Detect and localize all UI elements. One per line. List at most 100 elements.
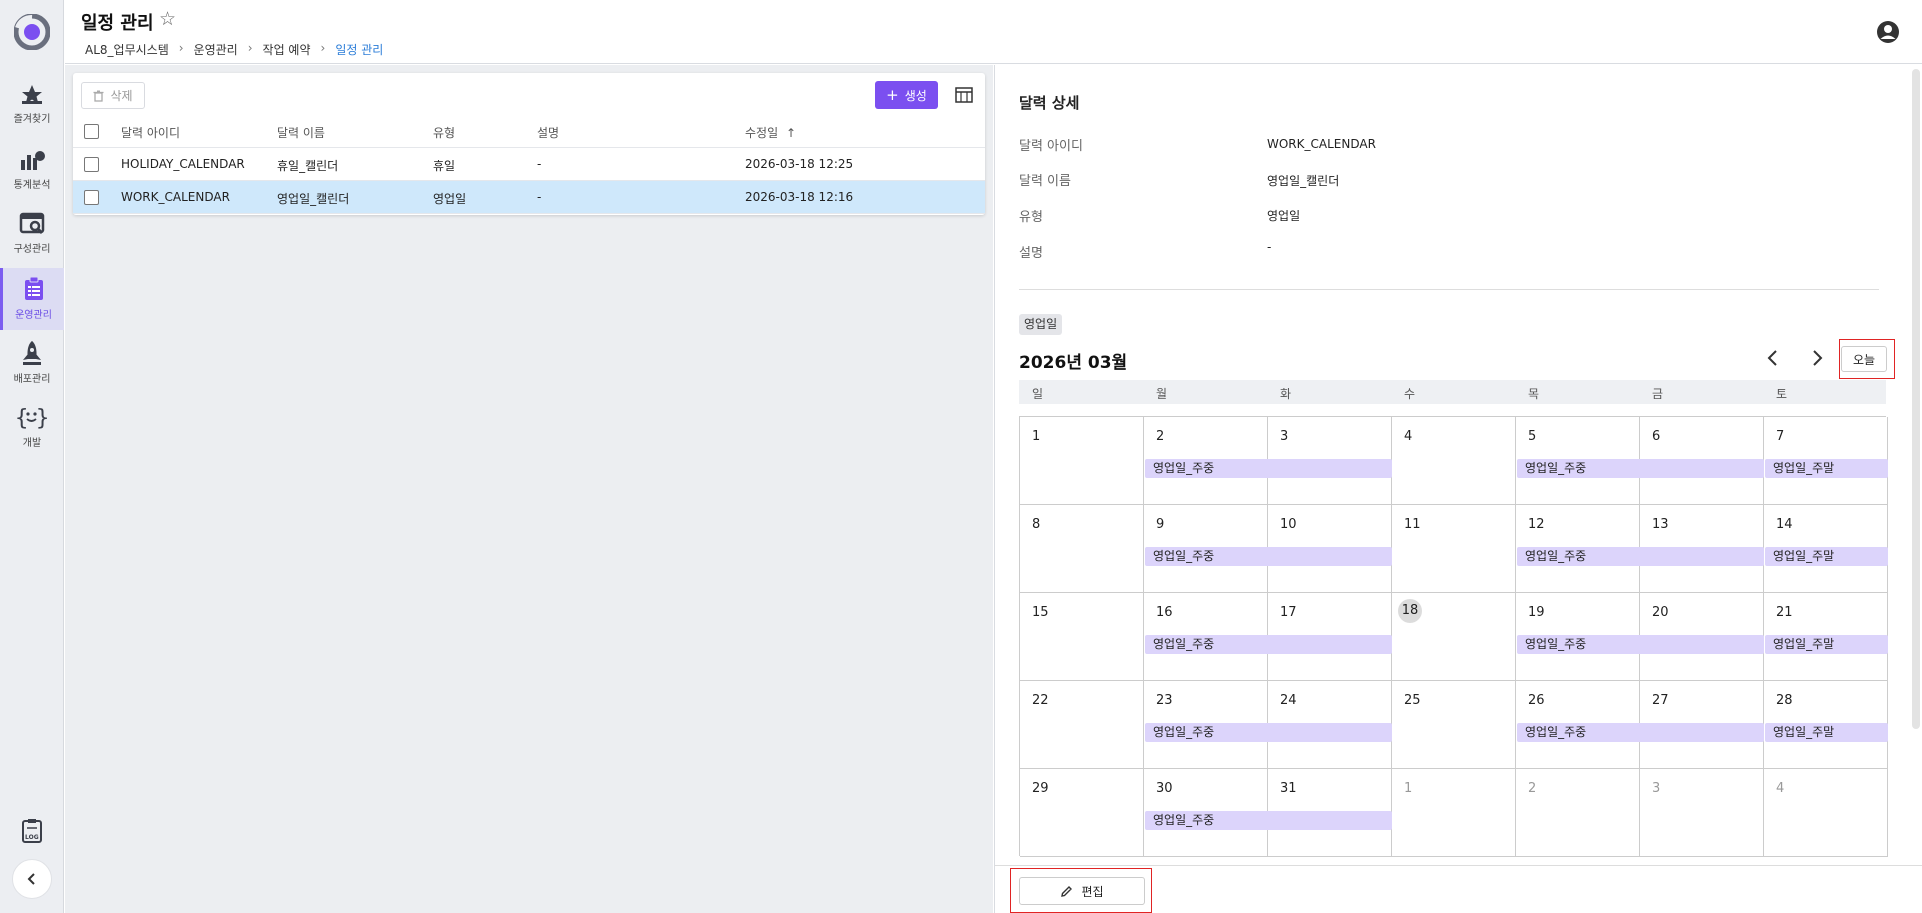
calendar-day-number: 10 <box>1280 517 1297 532</box>
calendar-event-weekday[interactable]: 영업일_주중 <box>1145 459 1392 478</box>
sidebar-item-label: 구성관리 <box>13 244 51 255</box>
calendar-day-number: 1 <box>1032 429 1041 444</box>
table-row[interactable]: HOLIDAY_CALENDAR 휴일_캘린더 휴일 - 2026-03-18 … <box>73 148 985 181</box>
plus-icon: + <box>886 85 899 104</box>
sidebar-item-favorites[interactable]: 즐겨찾기 <box>0 76 64 138</box>
calendar-day-cell[interactable]: 1 <box>1020 417 1144 505</box>
calendar-event-weekday[interactable]: 영업일_주중 <box>1517 723 1764 742</box>
calendar-day-number: 9 <box>1156 517 1165 532</box>
calendar-day-cell[interactable]: 1 <box>1392 769 1516 857</box>
calendar-event-weekday[interactable]: 영업일_주중 <box>1145 635 1392 654</box>
app-logo-icon[interactable] <box>14 14 50 50</box>
calendar-type-badge: 영업일 <box>1019 314 1063 335</box>
calendar-day-number: 14 <box>1776 517 1793 532</box>
calendar-event-weekend[interactable]: 영업일_주말 <box>1765 723 1888 742</box>
calendar-event-weekday[interactable]: 영업일_주중 <box>1517 547 1764 566</box>
calendar-event-weekday[interactable]: 영업일_주중 <box>1145 811 1392 830</box>
calendar-day-number: 6 <box>1652 429 1661 444</box>
calendar-day-cell[interactable]: 2 <box>1516 769 1640 857</box>
calendar-day-number: 17 <box>1280 605 1297 620</box>
table-header: 달력 아이디 달력 이름 유형 설명 수정일 ↑ <box>73 115 985 148</box>
calendar-day-number: 1 <box>1404 781 1413 796</box>
field-label-id: 달력 아이디 <box>1019 139 1083 154</box>
calendar-day-number: 13 <box>1652 517 1669 532</box>
calendar-detail-panel: 달력 상세 달력 아이디 WORK_CALENDAR 달력 이름 영업일_캘린더… <box>994 65 1922 913</box>
calendar-list-card: 삭제 + 생성 달력 아이디 달력 이름 유형 설명 수정일 ↑ HOLIDAY… <box>73 73 985 215</box>
calendar-grid: 1 2 3 4 5 6 7 영업일_주중 영업일_주중 영업일_주말 8 9 10 11 12 13 14 영업일… <box>1019 416 1888 857</box>
calendar-day-number: 29 <box>1032 781 1049 796</box>
breadcrumb-item[interactable]: 운영관리 <box>194 41 238 58</box>
calendar-event-weekday[interactable]: 영업일_주중 <box>1517 459 1764 478</box>
calendar-event-weekday[interactable]: 영업일_주중 <box>1517 635 1764 654</box>
cell-id: WORK_CALENDAR <box>121 190 230 204</box>
calendar-day-number: 20 <box>1652 605 1669 620</box>
calendar-day-cell[interactable]: 3 <box>1640 769 1764 857</box>
calendar-day-cell[interactable]: 18 <box>1392 593 1516 681</box>
table-row-selected[interactable]: WORK_CALENDAR 영업일_캘린더 영업일 - 2026-03-18 1… <box>73 181 985 214</box>
sidebar-item-label: 운영관리 <box>15 310 52 321</box>
log-icon[interactable]: LOG <box>20 818 44 844</box>
breadcrumb-item[interactable]: 작업 예약 <box>263 41 311 58</box>
trash-icon <box>93 90 104 102</box>
calendar-day-cell[interactable]: 11 <box>1392 505 1516 593</box>
weekday-label: 토 <box>1776 387 1788 401</box>
sidebar-item-operations[interactable]: 운영관리 <box>0 268 64 330</box>
calendar-day-cell[interactable]: 4 <box>1392 417 1516 505</box>
column-header-desc[interactable]: 설명 <box>537 124 559 141</box>
previous-month-icon[interactable] <box>1763 348 1783 368</box>
column-header-id[interactable]: 달력 아이디 <box>121 124 180 141</box>
calendar-day-cell[interactable]: 8 <box>1020 505 1144 593</box>
sidebar-item-config[interactable]: 구성관리 <box>0 204 64 266</box>
calendar-event-weekend[interactable]: 영업일_주말 <box>1765 459 1888 478</box>
detail-title: 달력 상세 <box>1019 94 1080 112</box>
calendar-event-weekend[interactable]: 영업일_주말 <box>1765 547 1888 566</box>
delete-button-label: 삭제 <box>110 89 133 103</box>
cell-id: HOLIDAY_CALENDAR <box>121 157 245 171</box>
cell-desc: - <box>537 157 542 171</box>
sidebar-collapse-button[interactable] <box>12 859 52 899</box>
sidebar-item-deploy[interactable]: 배포관리 <box>0 332 64 394</box>
weekday-header: 일 월 화 수 목 금 토 <box>1019 380 1886 404</box>
breadcrumb-separator-icon: › <box>178 41 184 55</box>
select-all-checkbox[interactable] <box>84 124 99 139</box>
cell-modified: 2026-03-18 12:16 <box>745 190 854 204</box>
calendar-day-number: 2 <box>1528 781 1537 796</box>
column-header-name[interactable]: 달력 이름 <box>277 124 325 141</box>
calendar-event-weekday[interactable]: 영업일_주중 <box>1145 723 1392 742</box>
calendar-day-number: 3 <box>1280 429 1289 444</box>
calendar-day-number: 11 <box>1404 517 1421 532</box>
sort-ascending-icon: ↑ <box>785 126 797 140</box>
calendar-day-cell[interactable]: 25 <box>1392 681 1516 769</box>
sidebar-item-analytics[interactable]: 통계분석 <box>0 140 64 202</box>
breadcrumb-item[interactable]: AL8_업무시스템 <box>85 41 169 58</box>
create-button[interactable]: + 생성 <box>875 81 938 109</box>
row-checkbox[interactable] <box>84 157 99 172</box>
calendar-event-weekday[interactable]: 영업일_주중 <box>1145 547 1392 566</box>
calendar-day-number: 16 <box>1156 605 1173 620</box>
row-checkbox[interactable] <box>84 190 99 205</box>
column-header-modified[interactable]: 수정일 ↑ <box>745 124 796 141</box>
column-header-type[interactable]: 유형 <box>433 124 455 141</box>
calendar-day-number: 28 <box>1776 693 1793 708</box>
user-account-icon[interactable] <box>1876 20 1900 44</box>
sidebar: 즐겨찾기 통계분석 구성관리 운영관리 배포관리 {} 개발 LOG <box>0 0 64 913</box>
sidebar-item-dev[interactable]: { } 개발 <box>0 396 64 458</box>
cell-name: 영업일_캘린더 <box>277 192 350 206</box>
clipboard-icon <box>24 276 43 300</box>
delete-button[interactable]: 삭제 <box>81 82 145 109</box>
vertical-scrollbar[interactable] <box>1912 69 1920 729</box>
calendar-day-cell[interactable]: 22 <box>1020 681 1144 769</box>
cell-desc: - <box>537 190 542 204</box>
code-face-icon: { } <box>15 406 49 430</box>
column-settings-icon[interactable] <box>955 87 973 103</box>
calendar-event-weekend[interactable]: 영업일_주말 <box>1765 635 1888 654</box>
next-month-icon[interactable] <box>1807 348 1827 368</box>
analytics-icon <box>21 151 45 170</box>
svg-text:{: { <box>15 406 28 430</box>
cell-type: 휴일 <box>433 159 456 173</box>
calendar-day-cell[interactable]: 15 <box>1020 593 1144 681</box>
favorite-star-icon[interactable]: ☆ <box>159 8 176 30</box>
calendar-day-cell[interactable]: 4 <box>1764 769 1888 857</box>
calendar-day-cell[interactable]: 29 <box>1020 769 1144 857</box>
highlight-box-edit <box>1010 868 1152 913</box>
